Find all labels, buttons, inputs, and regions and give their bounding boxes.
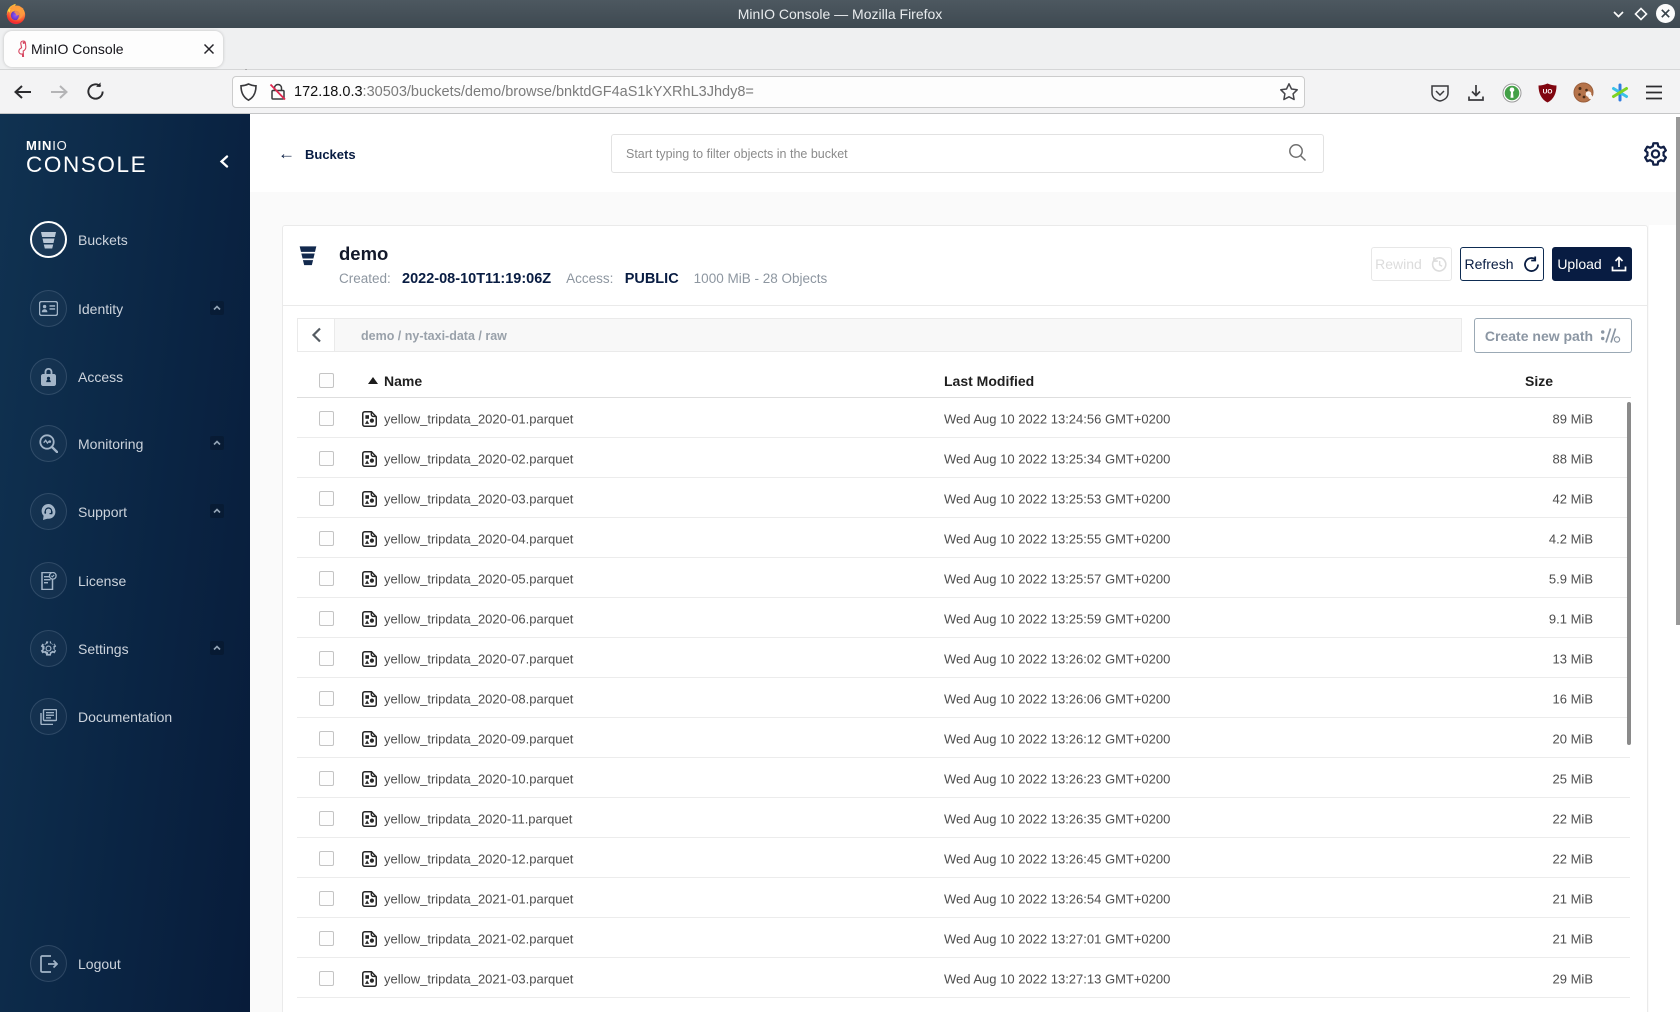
svg-text:UO: UO [1543, 89, 1553, 96]
